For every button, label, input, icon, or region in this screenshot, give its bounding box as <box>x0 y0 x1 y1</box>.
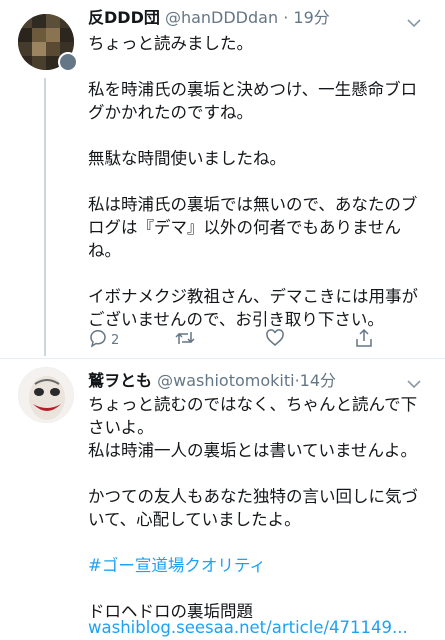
tweet-text-line: ございませんので、お引き取り下さい。 <box>88 310 384 329</box>
tweet-actions: 2 <box>88 328 408 352</box>
share-icon <box>354 328 374 352</box>
tweet-text-line: 私は時浦氏の裏垢では無いので、あなたのブ <box>88 195 418 214</box>
heart-icon <box>265 328 285 352</box>
timestamp[interactable]: 19分 <box>293 8 329 27</box>
reply-icon <box>88 328 108 352</box>
retweet-button[interactable] <box>174 329 196 351</box>
like-button[interactable] <box>265 329 285 351</box>
chevron-down-icon[interactable] <box>406 14 422 28</box>
separator: · <box>283 8 289 27</box>
tweet-text-line: ちょっと読むのではなく、ちゃんと読んで下 <box>88 395 418 414</box>
tweet-text-line: 私は時浦一人の裏垢とは書いていませんよ。 <box>88 441 418 460</box>
chevron-down-icon[interactable] <box>406 375 422 389</box>
tweet-text-line: グかかれたのですね。 <box>88 103 253 122</box>
tweet-header: 反DDD団 @hanDDDdan · 19分 <box>88 8 330 28</box>
tweet-text-line: かつての友人もあなた独特の言い回しに気づ <box>88 487 418 506</box>
retweet-icon <box>174 328 196 352</box>
display-name[interactable]: 鷲ヲとも <box>88 371 152 390</box>
tweet-text-line: ログは『デマ』以外の何者でもありません <box>88 218 402 237</box>
user-handle[interactable]: @washiotomokiti <box>157 371 294 390</box>
tweet-text-line: ちょっと読みました。 <box>88 34 253 53</box>
avatar-badge-icon <box>58 52 78 72</box>
reply-count: 2 <box>111 332 120 348</box>
tweet-2[interactable]: 鷲ヲとも @washiotomokiti·14分 ちょっと読むのではなく、ちゃん… <box>0 359 445 640</box>
avatar[interactable] <box>18 367 74 423</box>
hashtag-link[interactable]: #ゴー宣道場クオリティ <box>88 554 266 577</box>
share-button[interactable] <box>354 328 374 352</box>
tweet-text-line: いて、心配していましたよ。 <box>88 510 301 529</box>
user-handle[interactable]: @hanDDDdan <box>165 8 278 27</box>
tweet-text-line: 無駄な時間使いましたね。 <box>88 149 286 168</box>
tweet-text-line: さいよ。 <box>88 418 154 437</box>
reply-button[interactable]: 2 <box>88 329 119 351</box>
tweet-text-line: ね。 <box>88 241 121 260</box>
tweet-text-line: 私を時浦氏の裏垢と決めつけ、一生懸命ブロ <box>88 80 418 99</box>
tweet-header: 鷲ヲとも @washiotomokiti·14分 <box>88 371 336 391</box>
display-name[interactable]: 反DDD団 <box>88 8 160 27</box>
timestamp[interactable]: 14分 <box>300 371 336 390</box>
tweet-text-line: イボナメクジ教祖さん、デマこきには用事が <box>88 287 418 306</box>
url-link[interactable]: washiblog.seesaa.net/article/471149... <box>88 616 408 639</box>
tweet-1[interactable]: 反DDD団 @hanDDDdan · 19分 ちょっと読みました。 私を時浦氏の… <box>0 0 445 358</box>
